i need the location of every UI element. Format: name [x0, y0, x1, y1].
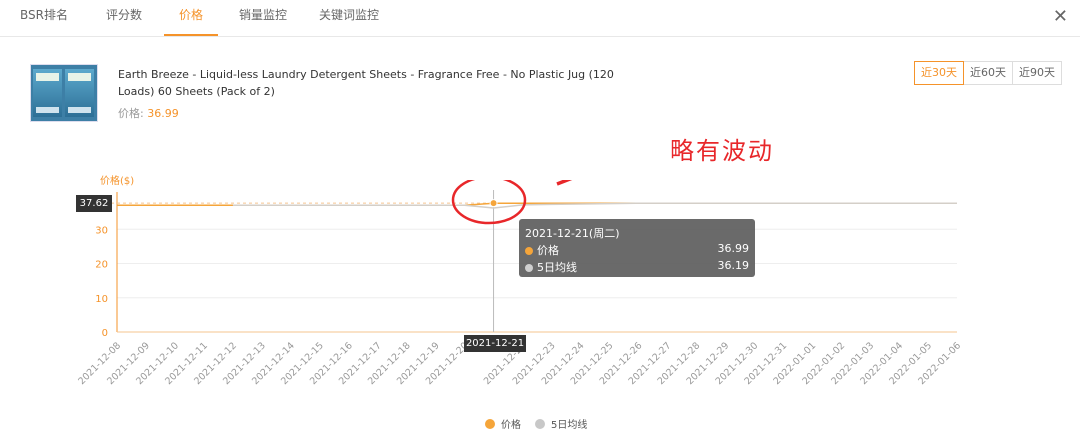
price-value: 36.99: [147, 107, 179, 120]
y-tick-label: 10: [95, 294, 108, 305]
tooltip-date: 2021-12-21(周二): [525, 227, 620, 240]
price-legend-icon: [485, 419, 495, 429]
y-tick-label: 30: [95, 225, 108, 236]
product-image: [30, 64, 98, 122]
annotation-circle: [451, 180, 527, 225]
annotation-text: 略有波动: [670, 137, 774, 165]
tooltip-ma-value: 36.19: [717, 259, 750, 272]
price-label: 价格:: [118, 107, 148, 120]
price-chart: 01020302021-12-082021-12-092021-12-10202…: [76, 180, 963, 387]
legend-ma-label: 5日均线: [551, 420, 588, 431]
ma-dot-icon: [525, 264, 533, 272]
range-60-days-button[interactable]: 近60天: [963, 61, 1013, 85]
y-tick-label: 0: [102, 328, 108, 339]
ma-legend-icon: [535, 419, 545, 429]
close-icon[interactable]: ✕: [1053, 6, 1068, 27]
crosshair-y-label: 37.62: [76, 195, 112, 212]
chart-tooltip: 2021-12-21(周二) 价格 36.99 5日均线 36.19: [519, 219, 755, 277]
tab-bsr-rank[interactable]: BSR排名: [12, 0, 76, 36]
legend-item-ma[interactable]: 5日均线: [535, 416, 587, 431]
tab-bar: BSR排名 评分数 价格 销量监控 关键词监控 ✕: [0, 0, 1080, 37]
crosshair-x-label: 2021-12-21: [464, 335, 526, 352]
date-range-selector: 近30天 近60天 近90天: [914, 61, 1062, 85]
legend-price-label: 价格: [501, 420, 521, 431]
y-tick-label: 20: [95, 260, 108, 271]
range-30-days-button[interactable]: 近30天: [914, 61, 964, 85]
price-dot-icon: [525, 247, 533, 255]
tooltip-row-price: 价格 36.99: [525, 242, 750, 257]
series-ma-line: [232, 202, 957, 209]
tooltip-row-ma: 5日均线 36.19: [525, 259, 750, 274]
product-price: 价格: 36.99: [118, 105, 179, 121]
tab-sales-monitor[interactable]: 销量监控: [232, 0, 294, 36]
tab-price[interactable]: 价格: [164, 0, 218, 36]
range-90-days-button[interactable]: 近90天: [1012, 61, 1062, 85]
tooltip-price-name: 价格: [537, 244, 559, 257]
highlight-point: [489, 199, 498, 208]
tooltip-ma-name: 5日均线: [537, 261, 577, 274]
chart-legend: 价格 5日均线: [485, 416, 601, 431]
legend-item-price[interactable]: 价格: [485, 416, 521, 431]
tab-rating-count[interactable]: 评分数: [94, 0, 154, 36]
product-title: Earth Breeze - Liquid-less Laundry Deter…: [118, 68, 614, 98]
tab-keyword-monitor[interactable]: 关键词监控: [312, 0, 386, 36]
annotation-arrow-shaft: [556, 180, 573, 186]
tooltip-price-value: 36.99: [717, 242, 750, 255]
